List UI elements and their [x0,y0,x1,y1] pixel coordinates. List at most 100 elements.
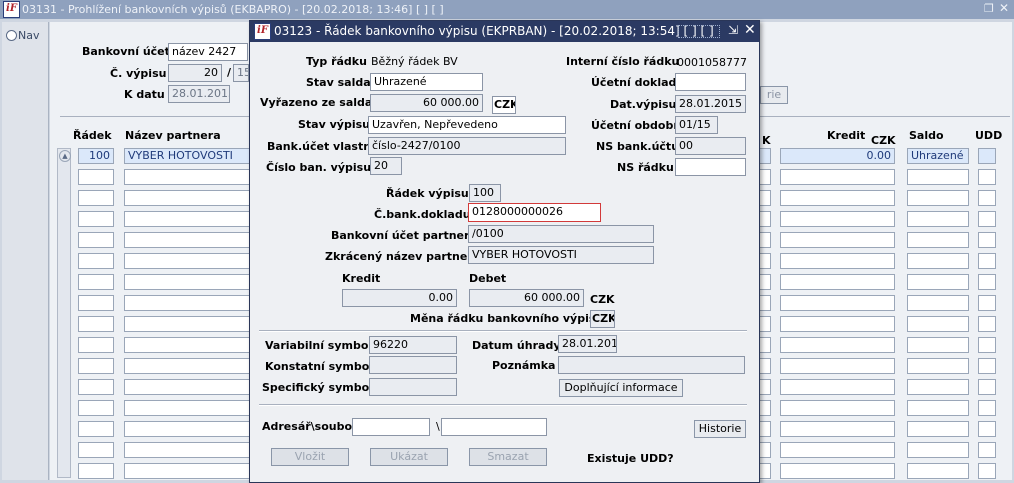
grid-cell[interactable] [780,358,895,374]
grid-cell[interactable] [907,190,969,206]
grid-cell[interactable] [978,169,996,185]
grid-scrollbar[interactable]: ▲ [57,148,71,478]
scroll-up-icon[interactable]: ▲ [59,150,71,162]
grid-cell[interactable] [780,295,895,311]
grid-cell[interactable] [907,253,969,269]
grid-cell[interactable] [978,442,996,458]
grid-cell[interactable] [124,190,250,206]
kredit-field[interactable]: 0.00 [342,289,457,307]
grid-cell[interactable] [907,400,969,416]
grid-cell[interactable] [124,316,250,332]
smazat-button[interactable]: Smazat [469,448,547,466]
grid-cell[interactable]: VYBER HOTOVOSTI [124,148,250,164]
stav-salda-field[interactable]: Uhrazené [370,73,483,91]
historie-button[interactable]: Historie [694,420,746,438]
grid-cell[interactable] [907,337,969,353]
konstantni-field[interactable] [369,356,457,374]
grid-cell[interactable] [780,169,895,185]
grid-cell[interactable] [978,400,996,416]
dialog-close-icon[interactable]: ✕ [744,22,756,38]
grid-cell[interactable] [124,274,250,290]
grid-cell[interactable] [124,232,250,248]
grid-cell[interactable] [780,232,895,248]
grid-cell[interactable] [78,169,114,185]
cislo-ban-vypisu-field[interactable]: 20 [370,157,402,175]
grid-cell[interactable] [978,463,996,479]
poznamka-field[interactable] [558,356,745,374]
grid-cell[interactable] [978,358,996,374]
grid-cell[interactable] [907,232,969,248]
nav-radio[interactable] [6,30,17,41]
grid-cell[interactable] [978,148,996,164]
grid-cell[interactable] [978,253,996,269]
minimize-icon[interactable]: ⇲ [728,23,738,37]
grid-cell[interactable] [780,316,895,332]
grid-cell[interactable] [978,190,996,206]
grid-cell[interactable] [780,379,895,395]
date-field[interactable]: 28.01.2015 [168,85,230,103]
grid-cell[interactable] [780,253,895,269]
grid-cell[interactable] [78,190,114,206]
grid-cell[interactable] [124,337,250,353]
grid-cell[interactable] [978,379,996,395]
specificky-field[interactable] [369,378,457,396]
grid-cell[interactable] [124,400,250,416]
grid-cell[interactable]: 0.00 [780,148,895,164]
vyrazeno-field[interactable]: 60 000.00 [370,94,483,112]
grid-cell[interactable]: Uhrazené [907,148,969,164]
grid-cell[interactable] [780,337,895,353]
grid-cell[interactable] [907,463,969,479]
grid-cell[interactable] [78,400,114,416]
debet-field[interactable]: 60 000.00 [469,289,584,307]
grid-cell[interactable] [780,442,895,458]
grid-cell[interactable] [978,211,996,227]
grid-cell[interactable] [907,379,969,395]
grid-cell[interactable] [78,211,114,227]
grid-cell[interactable] [78,295,114,311]
grid-cell[interactable] [780,421,895,437]
grid-cell[interactable] [78,316,114,332]
bank-ucet-vlastni-field[interactable]: číslo-2427/0100 [368,137,566,155]
grid-cell[interactable] [124,211,250,227]
grid-cell[interactable] [78,421,114,437]
ns-bank-uctu-field[interactable]: 00 [675,137,746,155]
grid-cell[interactable] [78,442,114,458]
grid-cell[interactable] [78,274,114,290]
zkraceny-nazev-field[interactable]: VYBER HOTOVOSTI [468,246,654,264]
bank-ucet-partnera-field[interactable]: /0100 [468,225,654,243]
ucetni-obdobi-field[interactable]: 01/15 [675,116,718,134]
grid-cell[interactable] [978,316,996,332]
grid-cell[interactable] [124,442,250,458]
grid-cell[interactable] [907,211,969,227]
vyrazeno-currency[interactable]: CZK [492,96,516,114]
grid-cell[interactable] [78,379,114,395]
grid-cell[interactable] [780,400,895,416]
grid-cell[interactable] [780,190,895,206]
grid-cell[interactable] [78,253,114,269]
doplnujici-informace-button[interactable]: Doplňující informace [559,379,683,397]
grid-cell[interactable] [780,274,895,290]
c-bank-dokladu-field[interactable]: 0128000000026 [468,203,601,222]
vlozit-button[interactable]: Vložit [271,448,349,466]
history-button-partial[interactable]: rie [760,86,788,104]
ns-radku-field[interactable] [675,158,746,176]
grid-cell[interactable] [78,358,114,374]
soubor-field[interactable] [441,418,547,436]
bank-account-field[interactable]: název 2427 [168,43,248,61]
grid-cell[interactable] [124,421,250,437]
drag-handle-icon[interactable] [678,25,720,38]
grid-cell[interactable] [124,358,250,374]
grid-cell[interactable] [78,463,114,479]
grid-cell[interactable] [124,169,250,185]
grid-cell[interactable] [978,295,996,311]
mena-radku-field[interactable]: CZK [590,310,615,328]
grid-cell[interactable] [978,337,996,353]
restore-icon[interactable]: ❐ [984,2,994,15]
dat-vypisu-field[interactable]: 28.01.2015 [675,95,746,113]
grid-cell[interactable]: 100 [78,148,114,164]
close-icon[interactable]: ✕ [999,1,1009,15]
grid-cell[interactable] [907,274,969,290]
grid-cell[interactable] [978,421,996,437]
datum-uhrady-field[interactable]: 28.01.2015 [558,335,617,353]
statement-no-field[interactable]: 20 [168,64,222,82]
